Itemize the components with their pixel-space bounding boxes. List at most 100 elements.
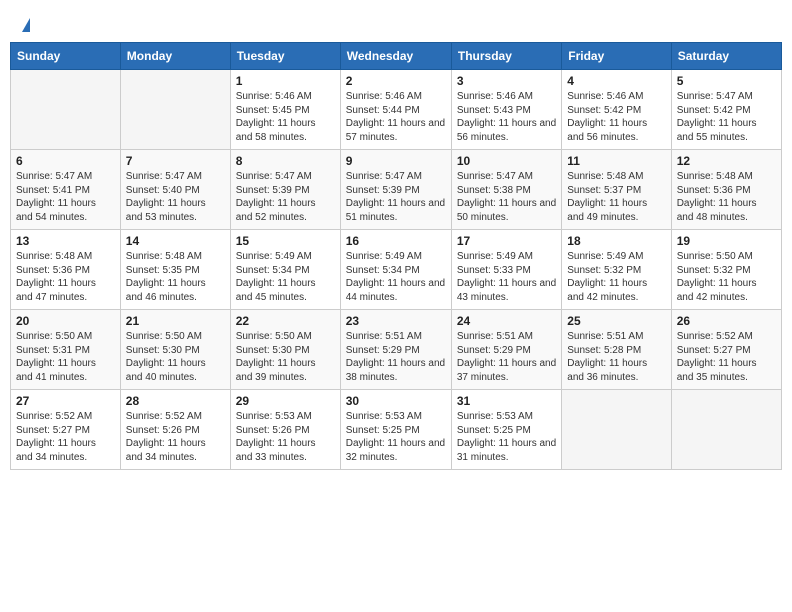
day-number: 15 [236,234,335,248]
calendar-cell: 7Sunrise: 5:47 AMSunset: 5:40 PMDaylight… [120,150,230,230]
calendar-cell: 26Sunrise: 5:52 AMSunset: 5:27 PMDayligh… [671,310,781,390]
day-number: 25 [567,314,665,328]
cell-info: Sunrise: 5:46 AMSunset: 5:45 PMDaylight:… [236,90,335,144]
sunset-text: Sunset: 5:31 PM [16,344,115,358]
sunset-text: Sunset: 5:41 PM [16,184,115,198]
sunset-text: Sunset: 5:40 PM [126,184,225,198]
cell-info: Sunrise: 5:46 AMSunset: 5:44 PMDaylight:… [346,90,446,144]
calendar-cell: 18Sunrise: 5:49 AMSunset: 5:32 PMDayligh… [562,230,671,310]
daylight-text: Daylight: 11 hours and 39 minutes. [236,357,335,384]
daylight-text: Daylight: 11 hours and 53 minutes. [126,197,225,224]
day-number: 31 [457,394,556,408]
daylight-text: Daylight: 11 hours and 40 minutes. [126,357,225,384]
sunrise-text: Sunrise: 5:46 AM [236,90,335,104]
calendar-week-row: 20Sunrise: 5:50 AMSunset: 5:31 PMDayligh… [11,310,782,390]
calendar-cell: 12Sunrise: 5:48 AMSunset: 5:36 PMDayligh… [671,150,781,230]
day-number: 12 [677,154,776,168]
weekday-header-saturday: Saturday [671,43,781,70]
sunset-text: Sunset: 5:32 PM [567,264,665,278]
calendar-cell: 27Sunrise: 5:52 AMSunset: 5:27 PMDayligh… [11,390,121,470]
weekday-header-thursday: Thursday [451,43,561,70]
day-number: 13 [16,234,115,248]
sunrise-text: Sunrise: 5:46 AM [567,90,665,104]
cell-info: Sunrise: 5:49 AMSunset: 5:34 PMDaylight:… [236,250,335,304]
logo [20,18,30,32]
sunrise-text: Sunrise: 5:50 AM [677,250,776,264]
daylight-text: Daylight: 11 hours and 42 minutes. [677,277,776,304]
sunrise-text: Sunrise: 5:50 AM [16,330,115,344]
sunset-text: Sunset: 5:30 PM [126,344,225,358]
calendar-cell: 24Sunrise: 5:51 AMSunset: 5:29 PMDayligh… [451,310,561,390]
cell-info: Sunrise: 5:47 AMSunset: 5:39 PMDaylight:… [236,170,335,224]
calendar-cell [120,70,230,150]
cell-info: Sunrise: 5:47 AMSunset: 5:38 PMDaylight:… [457,170,556,224]
daylight-text: Daylight: 11 hours and 34 minutes. [126,437,225,464]
daylight-text: Daylight: 11 hours and 44 minutes. [346,277,446,304]
daylight-text: Daylight: 11 hours and 32 minutes. [346,437,446,464]
sunrise-text: Sunrise: 5:52 AM [677,330,776,344]
calendar-header-row: SundayMondayTuesdayWednesdayThursdayFrid… [11,43,782,70]
sunset-text: Sunset: 5:44 PM [346,104,446,118]
sunrise-text: Sunrise: 5:48 AM [16,250,115,264]
calendar-cell [671,390,781,470]
day-number: 17 [457,234,556,248]
sunset-text: Sunset: 5:34 PM [346,264,446,278]
sunrise-text: Sunrise: 5:47 AM [236,170,335,184]
cell-info: Sunrise: 5:51 AMSunset: 5:28 PMDaylight:… [567,330,665,384]
day-number: 14 [126,234,225,248]
calendar-cell: 15 Sunrise: 5:49 AMSunset: 5:34 PMDayligh… [230,230,340,310]
calendar-cell: 5Sunrise: 5:47 AMSunset: 5:42 PMDaylight… [671,70,781,150]
daylight-text: Daylight: 11 hours and 48 minutes. [677,197,776,224]
daylight-text: Daylight: 11 hours and 57 minutes. [346,117,446,144]
weekday-header-friday: Friday [562,43,671,70]
calendar-cell: 31Sunrise: 5:53 AMSunset: 5:25 PMDayligh… [451,390,561,470]
day-number: 24 [457,314,556,328]
day-number: 8 [236,154,335,168]
calendar-cell: 11Sunrise: 5:48 AMSunset: 5:37 PMDayligh… [562,150,671,230]
sunrise-text: Sunrise: 5:46 AM [457,90,556,104]
sunset-text: Sunset: 5:36 PM [16,264,115,278]
calendar-cell: 28Sunrise: 5:52 AMSunset: 5:26 PMDayligh… [120,390,230,470]
sunrise-text: Sunrise: 5:47 AM [126,170,225,184]
calendar-cell: 1Sunrise: 5:46 AMSunset: 5:45 PMDaylight… [230,70,340,150]
daylight-text: Daylight: 11 hours and 33 minutes. [236,437,335,464]
day-number: 26 [677,314,776,328]
sunrise-text: Sunrise: 5:50 AM [236,330,335,344]
daylight-text: Daylight: 11 hours and 58 minutes. [236,117,335,144]
calendar-cell: 20Sunrise: 5:50 AMSunset: 5:31 PMDayligh… [11,310,121,390]
calendar-cell: 14 Sunrise: 5:48 AMSunset: 5:35 PMDayligh… [120,230,230,310]
sunrise-text: Sunrise: 5:49 AM [567,250,665,264]
cell-info: Sunrise: 5:53 AMSunset: 5:26 PMDaylight:… [236,410,335,464]
sunrise-text: Sunrise: 5:51 AM [346,330,446,344]
calendar-cell: 22Sunrise: 5:50 AMSunset: 5:30 PMDayligh… [230,310,340,390]
cell-info: Sunrise: 5:52 AMSunset: 5:26 PMDaylight:… [126,410,225,464]
cell-info: Sunrise: 5:48 AMSunset: 5:35 PMDaylight:… [126,250,225,304]
daylight-text: Daylight: 11 hours and 46 minutes. [126,277,225,304]
calendar-week-row: 13 Sunrise: 5:48 AMSunset: 5:36 PM Dayligh… [11,230,782,310]
calendar-cell: 21Sunrise: 5:50 AMSunset: 5:30 PMDayligh… [120,310,230,390]
cell-info: Sunrise: 5:50 AMSunset: 5:30 PMDaylight:… [126,330,225,384]
sunrise-text: Sunrise: 5:51 AM [457,330,556,344]
cell-info: Sunrise: 5:49 AMSunset: 5:34 PMDaylight:… [346,250,446,304]
calendar-cell: 2Sunrise: 5:46 AMSunset: 5:44 PMDaylight… [340,70,451,150]
sunset-text: Sunset: 5:29 PM [346,344,446,358]
sunset-text: Sunset: 5:42 PM [567,104,665,118]
calendar-cell: 16 Sunrise: 5:49 AMSunset: 5:34 PMDayligh… [340,230,451,310]
calendar-cell [11,70,121,150]
calendar-cell: 19Sunrise: 5:50 AMSunset: 5:32 PMDayligh… [671,230,781,310]
cell-info: Sunrise: 5:49 AMSunset: 5:32 PMDaylight:… [567,250,665,304]
sunset-text: Sunset: 5:28 PM [567,344,665,358]
sunset-text: Sunset: 5:32 PM [677,264,776,278]
sunset-text: Sunset: 5:25 PM [346,424,446,438]
calendar-cell: 6Sunrise: 5:47 AMSunset: 5:41 PMDaylight… [11,150,121,230]
sunrise-text: Sunrise: 5:52 AM [126,410,225,424]
day-number: 23 [346,314,446,328]
daylight-text: Daylight: 11 hours and 34 minutes. [16,437,115,464]
sunrise-text: Sunrise: 5:46 AM [346,90,446,104]
day-number: 29 [236,394,335,408]
day-number: 16 [346,234,446,248]
daylight-text: Daylight: 11 hours and 31 minutes. [457,437,556,464]
day-number: 11 [567,154,665,168]
daylight-text: Daylight: 11 hours and 50 minutes. [457,197,556,224]
cell-info: Sunrise: 5:47 AMSunset: 5:41 PMDaylight:… [16,170,115,224]
